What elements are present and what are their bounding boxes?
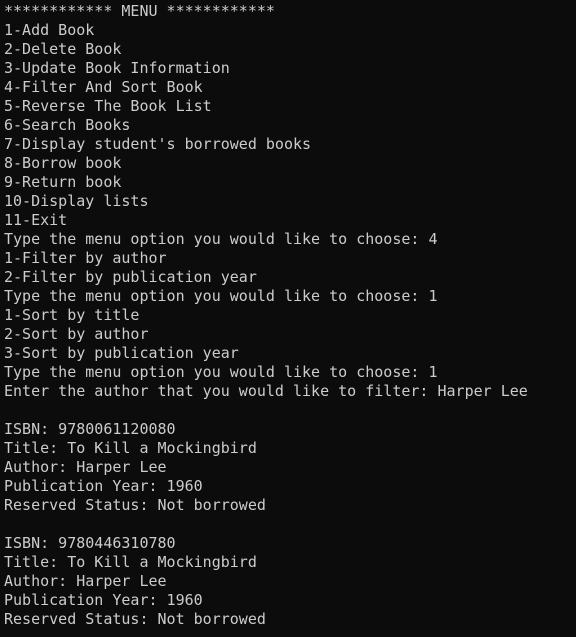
menu-item-update-book: 3-Update Book Information (4, 59, 230, 77)
menu-item-exit: 11-Exit (4, 211, 68, 229)
menu-item-display-lists: 10-Display lists (4, 192, 149, 210)
book-1-status: Reserved Status: Not borrowed (4, 496, 266, 514)
book-1-isbn: ISBN: 9780061120080 (4, 420, 176, 438)
console-output: ************ MENU ************ 1-Add Boo… (4, 2, 576, 629)
prompt-filter-choice: Type the menu option you would like to c… (4, 287, 438, 305)
book-2-year: Publication Year: 1960 (4, 591, 203, 609)
book-1-title: Title: To Kill a Mockingbird (4, 439, 257, 457)
book-1-year: Publication Year: 1960 (4, 477, 203, 495)
prompt-sort-choice: Type the menu option you would like to c… (4, 363, 438, 381)
menu-item-search-books: 6-Search Books (4, 116, 131, 134)
book-2-author: Author: Harper Lee (4, 572, 167, 590)
menu-item-reverse-list: 5-Reverse The Book List (4, 97, 212, 115)
prompt-menu-choice: Type the menu option you would like to c… (4, 230, 438, 248)
sort-option-year: 3-Sort by publication year (4, 344, 239, 362)
prompt-author-filter: Enter the author that you would like to … (4, 382, 528, 400)
menu-header: ************ MENU ************ (4, 2, 275, 20)
book-2-title: Title: To Kill a Mockingbird (4, 553, 257, 571)
sort-option-author: 2-Sort by author (4, 325, 149, 343)
menu-item-return-book: 9-Return book (4, 173, 122, 191)
menu-item-delete-book: 2-Delete Book (4, 40, 122, 58)
filter-option-author: 1-Filter by author (4, 249, 167, 267)
menu-item-filter-sort: 4-Filter And Sort Book (4, 78, 203, 96)
sort-option-title: 1-Sort by title (4, 306, 140, 324)
book-2-isbn: ISBN: 9780446310780 (4, 534, 176, 552)
menu-item-add-book: 1-Add Book (4, 21, 95, 39)
filter-option-year: 2-Filter by publication year (4, 268, 257, 286)
book-2-status: Reserved Status: Not borrowed (4, 610, 266, 628)
terminal-window[interactable]: ************ MENU ************ 1-Add Boo… (0, 0, 576, 637)
menu-item-display-borrowed: 7-Display student's borrowed books (4, 135, 312, 153)
book-1-author: Author: Harper Lee (4, 458, 167, 476)
menu-item-borrow-book: 8-Borrow book (4, 154, 122, 172)
